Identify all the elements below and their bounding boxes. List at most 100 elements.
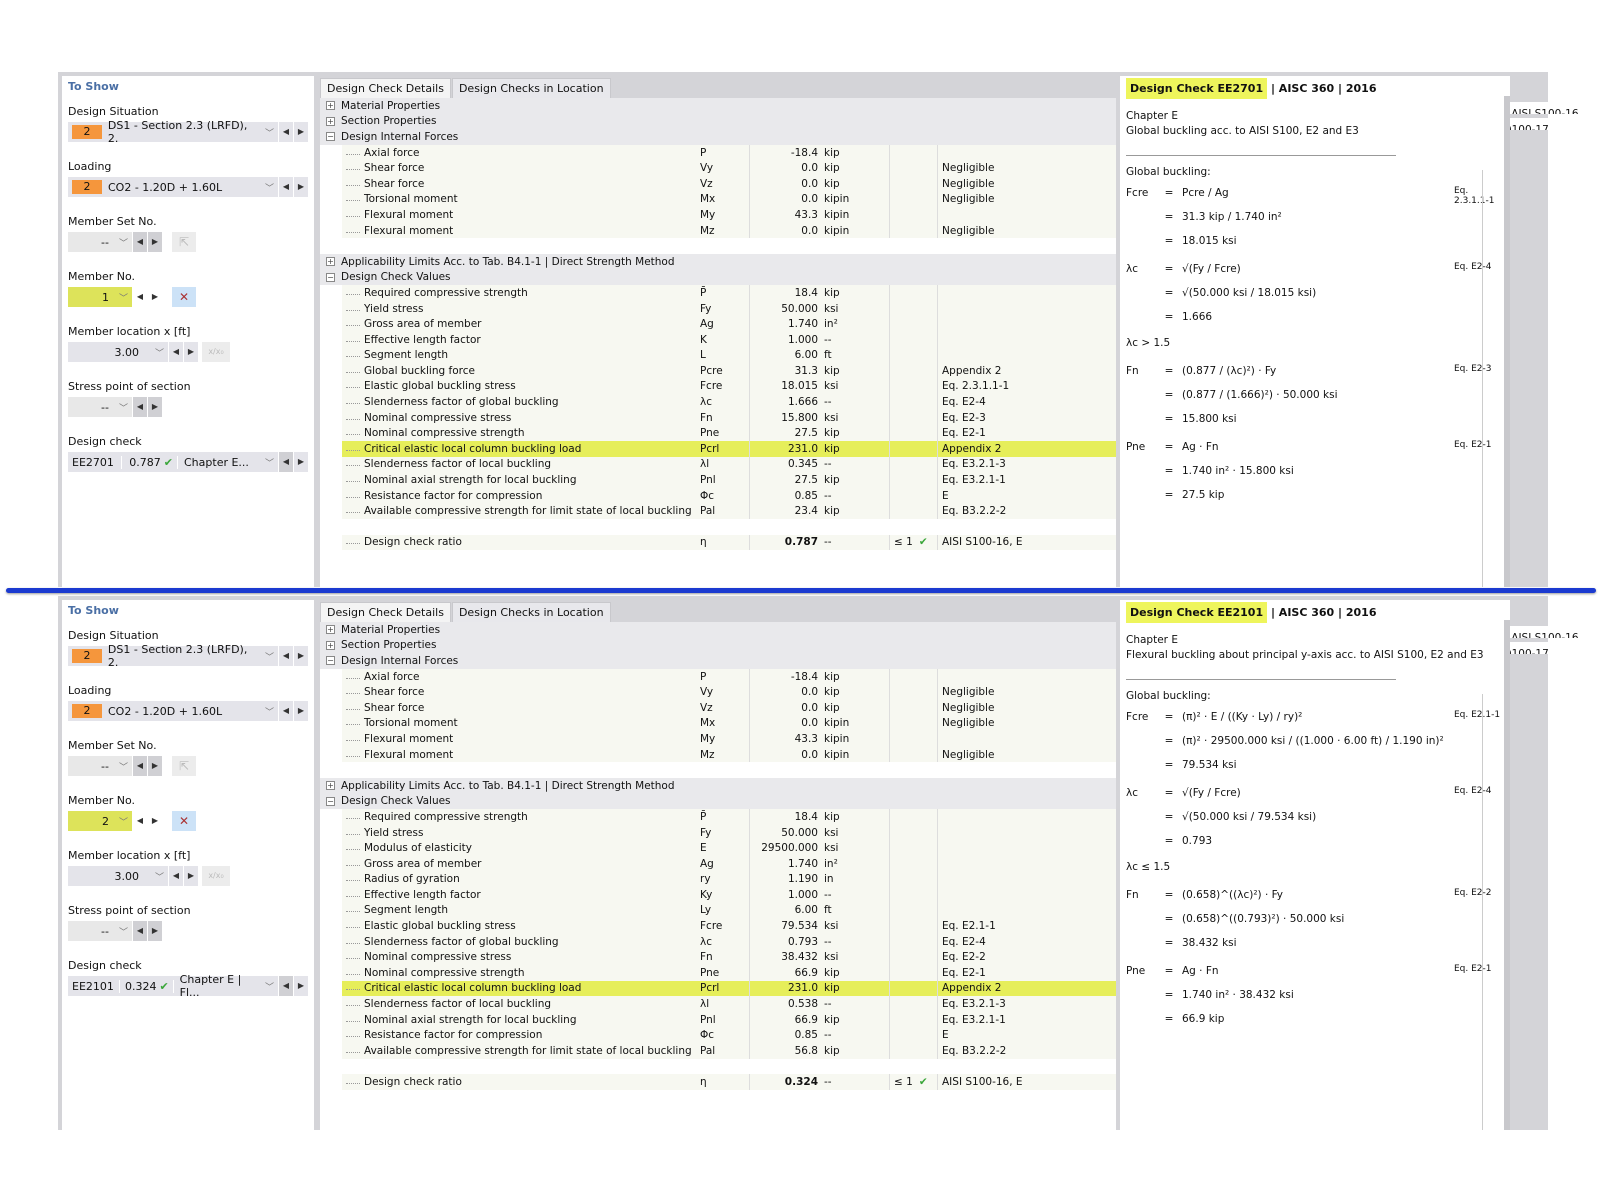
x-ratio-button[interactable]: x/x₀ — [202, 866, 230, 886]
location-select[interactable]: 3.00 ﹀ — [68, 342, 168, 362]
expand-icon[interactable]: + — [326, 640, 335, 650]
table-row[interactable]: Available compressive strength for limit… — [342, 1043, 1116, 1059]
table-row[interactable]: Required compressive strength P̄ 18.4 ki… — [342, 285, 1116, 301]
next-arrow-icon[interactable]: ▶ — [293, 122, 308, 142]
next-arrow-icon[interactable]: ▶ — [183, 342, 198, 362]
design-check-ratio-row[interactable]: Design check ratio η 0.324 -- ≤ 1 ✔ AISI … — [342, 1074, 1116, 1090]
prev-arrow-icon[interactable]: ◀ — [132, 811, 147, 831]
loading-select[interactable]: 2 CO2 - 1.20D + 1.60L ﹀ — [68, 177, 278, 197]
table-row[interactable]: Slenderness factor of global buckling λc… — [342, 933, 1116, 950]
table-row[interactable]: Global buckling force Pcre 31.3 kip Appe… — [342, 363, 1116, 379]
table-row[interactable]: Torsional moment Mx 0.0 kipin Negligible — [342, 715, 1116, 732]
table-row[interactable]: Axial force P -18.4 kip — [342, 144, 1116, 161]
prev-arrow-icon[interactable]: ◀ — [132, 232, 147, 252]
next-arrow-icon[interactable]: ▶ — [147, 397, 162, 417]
prev-arrow-icon[interactable]: ◀ — [132, 921, 147, 941]
next-arrow-icon[interactable]: ▶ — [147, 811, 162, 831]
expand-icon[interactable]: + — [326, 116, 335, 126]
design-check-select[interactable]: EE2101 0.324 ✔ Chapter E | Fl... ﹀ — [68, 973, 278, 999]
table-row[interactable]: Segment length L 6.00 ft — [342, 347, 1116, 364]
table-row[interactable]: Critical elastic local column buckling l… — [342, 441, 1116, 457]
next-arrow-icon[interactable]: ▶ — [147, 756, 162, 776]
x-ratio-button[interactable]: x/x₀ — [202, 342, 230, 362]
expand-icon[interactable]: + — [326, 257, 335, 267]
table-row[interactable]: Yield stress Fy 50.000 ksi — [342, 300, 1116, 317]
next-arrow-icon[interactable]: ▶ — [147, 921, 162, 941]
pick-cursor-icon[interactable]: ⇱ — [172, 756, 196, 776]
expand-icon[interactable]: + — [326, 101, 335, 111]
member-select[interactable]: 2 ﹀ — [68, 811, 132, 831]
expand-icon[interactable]: + — [326, 781, 335, 791]
design-check-ratio-row[interactable]: Design check ratio η 0.787 -- ≤ 1 ✔ AISI … — [342, 534, 1116, 551]
group-material-properties[interactable]: +Material PropertiesA653-15 (SS 50, CI 1… — [320, 622, 1600, 638]
loading-select[interactable]: 2 CO2 - 1.20D + 1.60L ﹀ — [68, 701, 278, 721]
table-row[interactable]: Shear force Vy 0.0 kip Negligible — [342, 160, 1116, 176]
table-row[interactable]: Shear force Vy 0.0 kip Negligible — [342, 684, 1116, 700]
next-arrow-icon[interactable]: ▶ — [293, 177, 308, 197]
member-set-select[interactable]: -- ﹀ — [68, 756, 132, 776]
table-row[interactable]: Nominal compressive strength Pne 27.5 ki… — [342, 425, 1116, 442]
table-row[interactable]: Slenderness factor of local buckling λl … — [342, 996, 1116, 1012]
member-select[interactable]: 1 ﹀ — [68, 287, 132, 307]
table-row[interactable]: Torsional moment Mx 0.0 kipin Negligible — [342, 191, 1116, 208]
table-row[interactable]: Shear force Vz 0.0 kip Negligible — [342, 699, 1116, 716]
collapse-icon[interactable]: − — [326, 796, 335, 806]
table-row[interactable]: Axial force P -18.4 kip — [342, 668, 1116, 685]
pick-cursor-icon[interactable]: ⇱ — [172, 232, 196, 252]
table-row[interactable]: Flexural moment My 43.3 kipin — [342, 731, 1116, 747]
design-situation-select[interactable]: 2 DS1 - Section 2.3 (LRFD), 2. ﹀ — [68, 119, 278, 145]
table-row[interactable]: Critical elastic local column buckling l… — [342, 980, 1116, 997]
table-row[interactable]: Elastic global buckling stress Fcre 79.5… — [342, 918, 1116, 934]
expand-icon[interactable]: + — [326, 625, 335, 635]
table-row[interactable]: Nominal compressive stress Fn 15.800 ksi… — [342, 409, 1116, 426]
table-row[interactable]: Nominal compressive strength Pne 66.9 ki… — [342, 965, 1116, 981]
table-row[interactable]: Flexural moment Mz 0.0 kipin Negligible — [342, 222, 1116, 239]
pick-cursor-icon[interactable]: ✕ — [172, 811, 196, 831]
tab-design-check-details[interactable]: Design Check Details — [320, 602, 451, 622]
prev-arrow-icon[interactable]: ◀ — [278, 976, 293, 996]
prev-arrow-icon[interactable]: ◀ — [168, 342, 183, 362]
design-check-select[interactable]: EE2701 0.787 ✔ Chapter E... ﹀ — [68, 452, 278, 472]
table-row[interactable]: Available compressive strength for limit… — [342, 503, 1116, 520]
table-row[interactable]: Slenderness factor of local buckling λl … — [342, 456, 1116, 473]
table-row[interactable]: Required compressive strength P̄ 18.4 ki… — [342, 809, 1116, 825]
pick-cursor-icon[interactable]: ✕ — [172, 287, 196, 307]
group-design-check-values[interactable]: − Design Check Values — [320, 793, 1116, 810]
table-row[interactable]: Nominal axial strength for local bucklin… — [342, 1011, 1116, 1028]
table-row[interactable]: Flexural moment Mz 0.0 kipin Negligible — [342, 746, 1116, 763]
table-row[interactable]: Nominal axial strength for local bucklin… — [342, 472, 1116, 488]
collapse-icon[interactable]: − — [326, 656, 335, 666]
table-row[interactable]: Segment length Ly 6.00 ft — [342, 902, 1116, 919]
table-row[interactable]: Effective length factor Ky 1.000 -- — [342, 887, 1116, 903]
tab-design-check-details[interactable]: Design Check Details — [320, 78, 451, 98]
prev-arrow-icon[interactable]: ◀ — [132, 397, 147, 417]
tab-design-checks-in-location[interactable]: Design Checks in Location — [451, 78, 611, 98]
table-row[interactable]: Modulus of elasticity E 29500.000 ksi — [342, 840, 1116, 856]
location-select[interactable]: 3.00 ﹀ — [68, 866, 168, 886]
table-row[interactable]: Resistance factor for compression Φc 0.8… — [342, 487, 1116, 504]
group-applicability-limits[interactable]: + Applicability Limits Acc. to Tab. B4.1-… — [320, 253, 1116, 270]
stress-point-select[interactable]: -- ﹀ — [68, 921, 132, 941]
group-applicability-limits[interactable]: + Applicability Limits Acc. to Tab. B4.1-… — [320, 777, 1116, 794]
group-design-internal-forces[interactable]: − Design Internal Forces — [320, 653, 1116, 669]
table-row[interactable]: Gross area of member Ag 1.740 in² — [342, 855, 1116, 872]
prev-arrow-icon[interactable]: ◀ — [132, 756, 147, 776]
table-row[interactable]: Resistance factor for compression Φc 0.8… — [342, 1027, 1116, 1044]
table-row[interactable]: Gross area of member Ag 1.740 in² — [342, 316, 1116, 332]
table-row[interactable]: Effective length factor K 1.000 -- — [342, 331, 1116, 348]
member-set-select[interactable]: -- ﹀ — [68, 232, 132, 252]
prev-arrow-icon[interactable]: ◀ — [168, 866, 183, 886]
next-arrow-icon[interactable]: ▶ — [293, 976, 308, 996]
scrollbar[interactable] — [1504, 96, 1510, 587]
table-row[interactable]: Shear force Vz 0.0 kip Negligible — [342, 175, 1116, 192]
table-row[interactable]: Yield stress Fy 50.000 ksi — [342, 824, 1116, 841]
group-design-internal-forces[interactable]: − Design Internal Forces — [320, 129, 1116, 145]
prev-arrow-icon[interactable]: ◀ — [278, 452, 293, 472]
prev-arrow-icon[interactable]: ◀ — [278, 701, 293, 721]
next-arrow-icon[interactable]: ▶ — [183, 866, 198, 886]
collapse-icon[interactable]: − — [326, 272, 335, 282]
group-section-properties[interactable]: +Section PropertiesCF 3HU4.5x135 | AISI … — [320, 113, 1600, 130]
group-design-check-values[interactable]: − Design Check Values — [320, 269, 1116, 286]
table-row[interactable]: Nominal compressive stress Fn 38.432 ksi… — [342, 949, 1116, 966]
design-situation-select[interactable]: 2 DS1 - Section 2.3 (LRFD), 2. ﹀ — [68, 643, 278, 669]
